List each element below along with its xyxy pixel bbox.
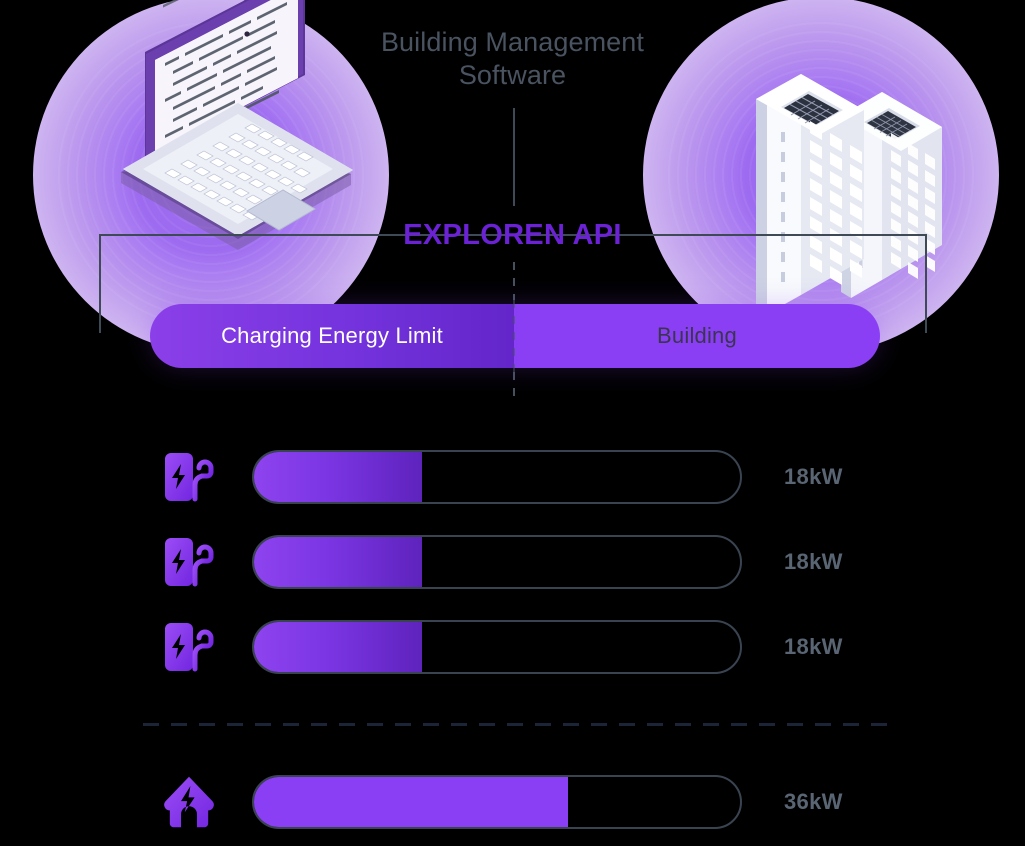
building-segment[interactable]: Building	[514, 304, 880, 368]
meter-value: 18kW	[784, 634, 843, 659]
meter-track[interactable]	[252, 620, 742, 674]
meter-fill	[254, 537, 423, 587]
energy-split-bar[interactable]: Charging Energy Limit Building	[150, 304, 880, 368]
meter-value: 18kW	[784, 549, 843, 574]
connector-line-vertical-top	[513, 108, 515, 206]
buildings-glow-circle	[643, 0, 999, 353]
ev-charger-icon	[160, 534, 218, 590]
connector-line-dashed-over-pill	[513, 300, 515, 372]
api-label: EXPLOREN API	[403, 219, 622, 251]
charging-energy-limit-label: Charging Energy Limit	[221, 323, 443, 348]
meter-fill	[254, 777, 568, 827]
meter-row: 18kW	[160, 449, 880, 505]
building-label: Building	[657, 323, 737, 348]
connector-line-dashed-mid	[513, 262, 515, 300]
connector-line-dashed-bottom	[513, 372, 515, 402]
page-title: Building Management Software	[380, 27, 645, 90]
meter-fill	[254, 452, 423, 502]
charging-energy-limit-segment[interactable]: Charging Energy Limit	[150, 304, 514, 368]
laptop-glow-circle	[33, 0, 389, 353]
isometric-laptop-illustration	[121, 0, 353, 250]
ev-charger-icon	[160, 619, 218, 675]
meter-row: 18kW	[160, 619, 880, 675]
diagram-canvas: Building Management Software EXPLOREN AP…	[0, 0, 1025, 846]
ev-charger-icon	[160, 449, 218, 505]
house-bolt-icon	[160, 774, 218, 830]
meter-value: 36kW	[784, 789, 843, 814]
section-divider	[143, 723, 887, 726]
meter-value: 18kW	[784, 464, 843, 489]
meter-row: 36kW	[160, 774, 880, 830]
meter-fill	[254, 622, 423, 672]
meter-track[interactable]	[252, 450, 742, 504]
meter-row: 18kW	[160, 534, 880, 590]
meter-track[interactable]	[252, 535, 742, 589]
isometric-buildings-illustration	[756, 74, 942, 314]
meter-track[interactable]	[252, 775, 742, 829]
